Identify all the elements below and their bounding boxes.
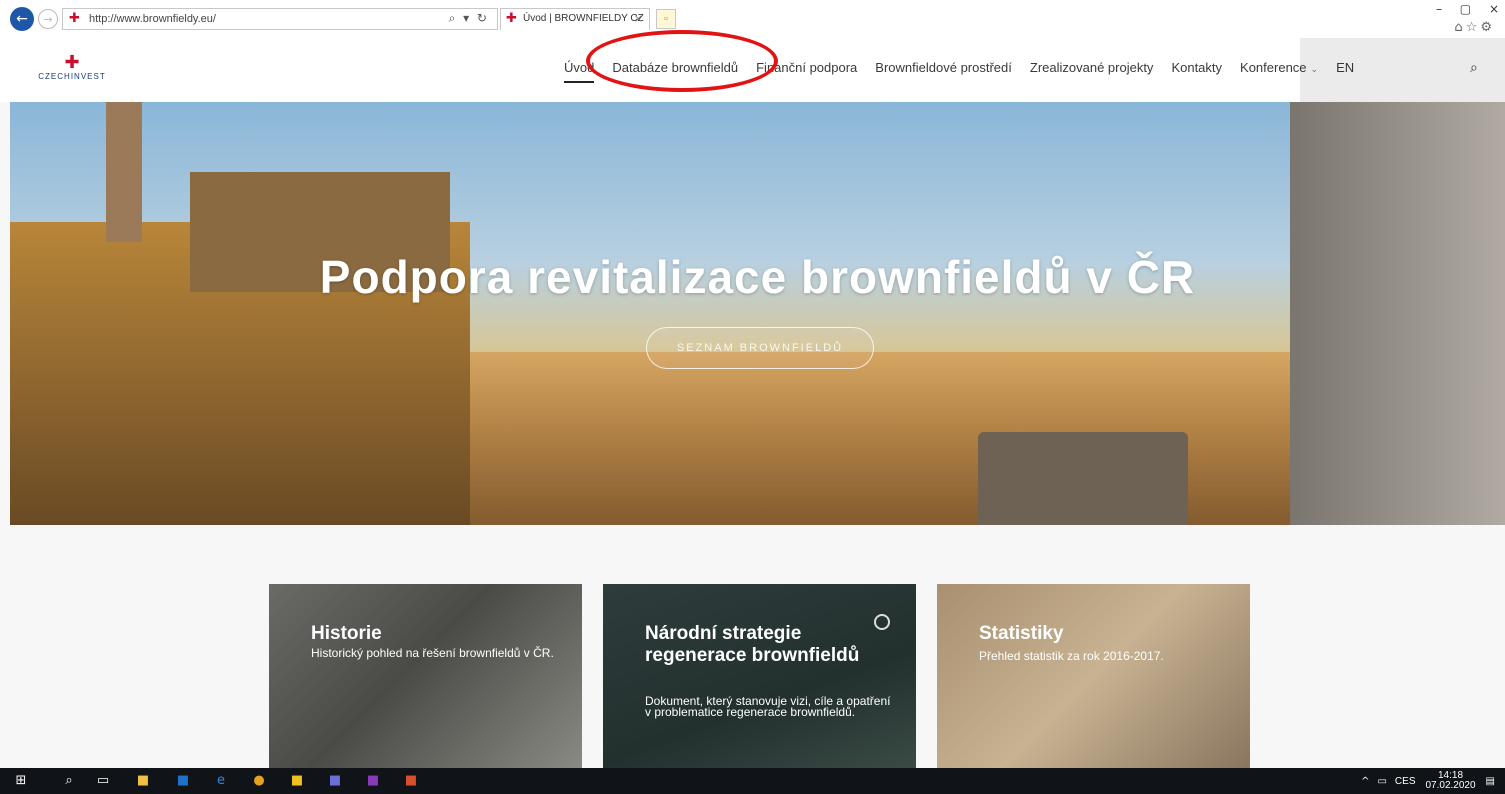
menu-item-kontakty[interactable]: Kontakty [1171,60,1222,75]
hero-right-wall [1290,102,1505,525]
card-statistiky-image [937,584,1250,768]
hero-chimney [106,102,142,242]
card-narodni-strategie[interactable]: Národní strategie regenerace brownfieldů… [603,584,916,768]
seznam-brownfieldu-button[interactable]: SEZNAM BROWNFIELDŮ [646,327,874,369]
card-desc: Historický pohled na řešení brownfieldů … [311,646,554,660]
onenote-icon[interactable]: ■ [364,772,382,790]
address-tools[interactable]: ⌕ ▾ ↻ [449,11,489,26]
card-statistiky[interactable]: Statistiky Přehled statistik za rok 2016… [937,584,1250,768]
card-desc: Přehled statistik za rok 2016-2017. [979,649,1164,663]
maximize-icon[interactable]: ▢ [1460,2,1471,16]
minimize-icon[interactable]: – [1436,2,1442,16]
address-url[interactable]: http://www.brownfieldy.eu/ [89,13,216,25]
app-icon[interactable]: ■ [288,772,306,790]
windows-start-icon[interactable]: ⊞ [12,772,30,790]
network-icon[interactable]: ▭ [1377,776,1386,787]
menu-item-projekty[interactable]: Zrealizované projekty [1030,60,1154,75]
menu-item-konference-label: Konference [1240,60,1307,75]
tray-chevron-icon[interactable]: ^ [1361,776,1369,787]
forward-arrow-icon[interactable]: → [38,9,58,29]
address-bar[interactable]: ✚ http://www.brownfieldy.eu/ ⌕ ▾ ↻ [62,8,498,30]
close-window-icon[interactable]: × [1489,2,1499,16]
file-explorer-icon[interactable]: ■ [134,772,152,790]
tab-close-icon[interactable]: × [634,12,643,25]
czechinvest-logo[interactable]: ✚ CZECHINVEST [32,54,112,88]
window-controls: – ▢ × [1422,2,1499,16]
card-historie[interactable]: Historie Historický pohled na řešení bro… [269,584,582,768]
new-tab-icon[interactable]: ▫ [656,9,676,29]
chrome-icon[interactable]: ● [250,772,268,790]
sparkle-icon [874,614,890,630]
annotation-ellipse [586,30,778,92]
clock[interactable]: 14:18 07.02.2020 [1425,771,1475,791]
windows-taskbar: ⊞ ⌕ ▭ ■ ■ e ● ■ ■ ■ ■ ^ ▭ CES 14:18 07.0… [0,768,1505,794]
teams-icon[interactable]: ■ [326,772,344,790]
gear-icon[interactable]: ⚙ [1480,20,1495,35]
internet-explorer-icon[interactable]: e [212,772,230,790]
logo-mark-icon: ✚ [64,52,80,73]
card-title: Statistiky [979,623,1064,644]
system-tray: ^ ▭ CES 14:18 07.02.2020 ▤ [1361,771,1495,791]
hero-title: Podpora revitalizace brownfieldů v ČR [319,251,1196,303]
menu-item-prostredi[interactable]: Brownfieldové prostředí [875,60,1012,75]
search-icon[interactable]: ⌕ [60,772,78,790]
card-strategie-image [603,584,916,768]
site-favicon-icon: ✚ [69,11,80,26]
hero-banner: Podpora revitalizace brownfieldů v ČR SE… [10,102,1505,525]
back-arrow-icon[interactable]: ← [10,7,34,31]
language-indicator[interactable]: CES [1395,776,1416,787]
card-desc: Dokument, který stanovuje vizi, cíle a o… [645,694,891,719]
outlook-icon[interactable]: ■ [174,772,192,790]
tab-title: Úvod | BROWNFIELDY CZ [523,13,644,24]
task-view-icon[interactable]: ▭ [94,772,112,790]
card-title: Historie [311,623,382,644]
card-title: Národní strategie regenerace brownfieldů [645,623,860,666]
powerpoint-icon[interactable]: ■ [402,772,420,790]
browser-toolbar: ⌂☆⚙ [1454,20,1495,35]
hero-tank [978,432,1188,525]
browser-tab[interactable]: ✚ Úvod | BROWNFIELDY CZ × [500,8,650,30]
star-icon[interactable]: ☆ [1466,20,1481,35]
card-historie-image [269,584,582,768]
clock-date: 07.02.2020 [1425,780,1476,791]
home-icon[interactable]: ⌂ [1454,20,1465,35]
logo-text: CZECHINVEST [38,72,106,81]
browser-chrome: ← → ✚ http://www.brownfieldy.eu/ ⌕ ▾ ↻ ✚… [0,0,1505,38]
screen: ← → ✚ http://www.brownfieldy.eu/ ⌕ ▾ ↻ ✚… [0,0,1505,794]
notification-icon[interactable]: ▤ [1486,776,1495,787]
header-shade [1300,38,1505,102]
tab-favicon-icon: ✚ [506,11,517,26]
